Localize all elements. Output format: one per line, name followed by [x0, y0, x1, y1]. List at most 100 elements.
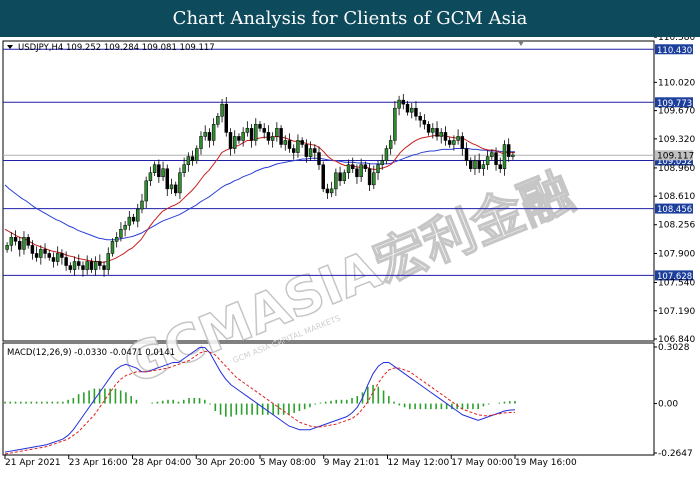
candle-body: [64, 257, 68, 266]
candle-body: [477, 160, 481, 169]
candle-body: [18, 241, 22, 250]
candle-body: [258, 124, 262, 129]
candle-body: [165, 168, 169, 190]
candle-body: [426, 124, 431, 133]
candle-body: [254, 124, 258, 141]
candle-body: [136, 208, 140, 222]
candle-body: [51, 257, 56, 262]
candle-body: [372, 172, 376, 186]
candle-body: [245, 128, 250, 133]
candle-body: [329, 188, 334, 194]
candle-body: [169, 184, 174, 190]
candle-body: [127, 216, 132, 226]
candle-body: [435, 128, 439, 137]
price-tick-label: 109.670: [658, 107, 695, 117]
candle-body: [157, 164, 161, 178]
candle-body: [123, 224, 127, 230]
candle-body: [207, 132, 212, 141]
candle-body: [511, 154, 515, 157]
candle-body: [249, 128, 254, 141]
candle-body: [5, 245, 9, 250]
candle-body: [114, 237, 119, 242]
candle-body: [140, 200, 144, 210]
candle-body: [494, 152, 498, 165]
candle-body: [334, 172, 338, 190]
candle-body: [228, 132, 233, 149]
candle-body: [182, 164, 186, 173]
candle-body: [266, 132, 271, 141]
chart-canvas[interactable]: GCMASIA宏利金融 GCM ASIA CAPITAL MARKETS 110…: [0, 37, 700, 500]
candle-body: [469, 160, 473, 169]
chart-title: Chart Analysis for Clients of GCM Asia: [172, 8, 528, 29]
candle-body: [393, 107, 397, 141]
candle-body: [502, 144, 507, 169]
time-tick-label: 30 Apr 20:00: [196, 458, 255, 468]
macd-tick-label: 0.3028: [658, 343, 690, 353]
macd-panel-frame: [2, 342, 655, 456]
candle-body: [232, 136, 237, 149]
candle-body: [30, 245, 35, 254]
candle-body: [304, 144, 309, 157]
candle-body: [338, 172, 342, 182]
candle-body: [410, 107, 414, 113]
price-tick-label: 108.610: [658, 192, 695, 202]
time-tick-label: 17 May 00:00: [451, 458, 513, 468]
time-tick-label: 28 Apr 04:00: [133, 458, 192, 468]
candle-body: [325, 188, 330, 194]
candle-body: [460, 136, 465, 149]
candle-body: [55, 253, 60, 262]
candle-body: [102, 265, 106, 270]
candle-body: [351, 164, 355, 169]
candle-body: [98, 261, 102, 266]
candle-body: [68, 265, 73, 270]
candle-body: [313, 148, 317, 153]
candle-body: [291, 148, 296, 153]
candle-body: [211, 124, 216, 141]
candle-body: [110, 241, 115, 254]
macd-axis: 0.3028 0.00 -0.2647: [654, 343, 693, 459]
candle-body: [47, 253, 51, 258]
candle-body: [397, 99, 401, 109]
candle-body: [317, 152, 321, 165]
candle-body: [283, 140, 288, 145]
candle-body: [418, 116, 422, 121]
price-tick-label: 108.256: [658, 221, 695, 231]
candle-body: [22, 237, 26, 250]
candle-body: [464, 148, 469, 161]
candle-body: [195, 148, 199, 161]
candle-body: [72, 261, 77, 270]
candle-body: [216, 116, 220, 125]
candle-body: [401, 99, 406, 105]
candle-body: [473, 160, 477, 169]
candle-body: [148, 172, 153, 182]
candle-body: [13, 237, 18, 242]
price-tick-label: 107.190: [658, 307, 695, 317]
candle-body: [405, 103, 410, 113]
candle-body: [367, 168, 372, 186]
symbol-info-line: USDJPY,H4 109.252 109.284 109.081 109.11…: [18, 43, 215, 53]
candle-body: [439, 132, 443, 137]
candle-body: [308, 148, 313, 157]
time-tick-label: 19 May 16:00: [515, 458, 577, 468]
candle-body: [85, 261, 89, 270]
candle-body: [485, 156, 490, 165]
candle-body: [481, 164, 486, 169]
price-tick-label: 108.960: [658, 164, 695, 174]
candle-body: [81, 265, 85, 270]
candle-body: [43, 249, 47, 254]
candle-body: [384, 148, 389, 161]
candle-body: [296, 140, 300, 153]
candle-body: [498, 164, 502, 169]
macd-tick-label: -0.2647: [658, 449, 693, 459]
candle-body: [342, 172, 347, 182]
time-tick-label: 21 Apr 2021: [5, 458, 61, 468]
macd-info-line: MACD(12,26,9) -0.0330 -0.0471 0.0141: [7, 348, 175, 358]
price-tick-label: 109.320: [658, 135, 695, 145]
candle-body: [300, 140, 304, 145]
candle-body: [452, 140, 456, 145]
candle-body: [376, 164, 380, 173]
candle-body: [34, 253, 39, 258]
candle-body: [287, 140, 292, 149]
candle-body: [199, 136, 203, 149]
candle-body: [161, 168, 165, 178]
